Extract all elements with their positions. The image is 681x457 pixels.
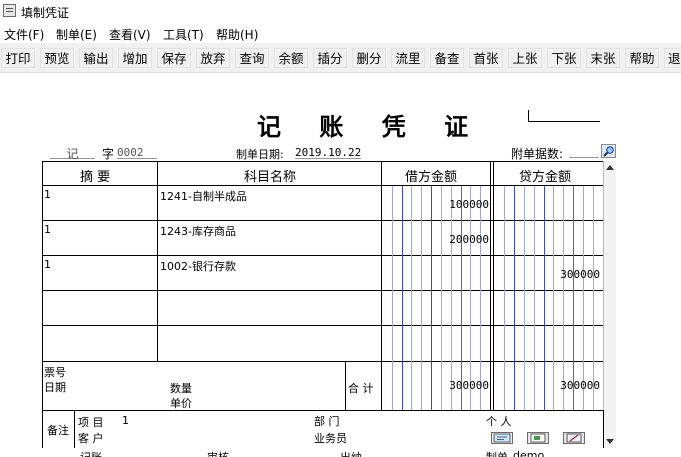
save-button[interactable]: 保存 — [157, 48, 191, 68]
customer-label: 客 户 — [78, 432, 104, 445]
ticket-label: 票号 — [44, 366, 66, 379]
remarks-label: 备注 — [47, 424, 69, 437]
export-button[interactable]: 输出 — [79, 48, 113, 68]
row1-debit[interactable]: 100000 — [382, 198, 489, 211]
query-button[interactable]: 查询 — [235, 48, 269, 68]
project-value[interactable]: 1 — [122, 414, 129, 427]
last-button[interactable]: 末张 — [586, 48, 620, 68]
header-debit: 借方金额 — [405, 170, 458, 185]
attachments-label: 附单据数: — [511, 147, 564, 161]
voucher-zi-label: 字 — [102, 147, 115, 161]
digit-grid-line — [461, 186, 462, 410]
staff-label: 业务员 — [314, 432, 347, 445]
menu-voucher[interactable]: 制单(E) — [56, 26, 97, 43]
digit-grid-line — [573, 186, 574, 410]
digit-grid-line — [504, 186, 505, 410]
row2-debit[interactable]: 200000 — [382, 233, 489, 246]
digit-grid-line — [441, 186, 442, 410]
card-icon[interactable] — [491, 432, 513, 444]
add-button[interactable]: 增加 — [118, 48, 152, 68]
digit-grid-line — [553, 186, 554, 410]
header-credit: 贷方金额 — [519, 170, 572, 185]
digit-grid-line — [514, 186, 515, 410]
toolbar: 打印 预览 输出 增加 保存 放弃 查询 余额 插分 删分 流里 备查 首张 上… — [0, 43, 681, 73]
preview-button[interactable]: 预览 — [40, 48, 74, 68]
auditor-label: 审核 — [207, 449, 229, 457]
digit-grid-line — [583, 186, 584, 410]
digit-grid-line — [470, 186, 471, 410]
digit-grid-line — [593, 186, 594, 410]
person-label: 个 人 — [486, 415, 512, 428]
digit-grid-line — [524, 186, 525, 410]
row3-credit[interactable]: 300000 — [494, 268, 600, 281]
row1-summary[interactable]: 1 — [44, 188, 51, 201]
digit-grid-line — [431, 186, 432, 410]
row2-summary[interactable]: 1 — [44, 223, 51, 236]
vertical-scrollbar[interactable] — [603, 161, 616, 448]
balance-button[interactable]: 余额 — [274, 48, 308, 68]
title-bar: 填制凭证 — [0, 0, 681, 22]
delete-entry-button[interactable]: 删分 — [352, 48, 386, 68]
scroll-up-icon[interactable] — [606, 165, 614, 170]
digit-grid-line — [421, 186, 422, 410]
row3-summary[interactable]: 1 — [44, 258, 51, 271]
digit-grid-line — [534, 186, 535, 410]
total-label: 合 计 — [348, 382, 374, 395]
total-debit: 300000 — [449, 379, 489, 392]
attachments-field[interactable] — [569, 145, 599, 158]
header-summary: 摘 要 — [80, 170, 111, 185]
voucher-number-field[interactable]: 0002 — [117, 146, 157, 159]
app-icon — [3, 4, 16, 17]
edit-icon[interactable] — [563, 432, 585, 444]
print-button[interactable]: 打印 — [1, 48, 35, 68]
row3-account[interactable]: 1002-银行存款 — [160, 258, 236, 274]
digit-grid-line — [411, 186, 412, 410]
menu-tools[interactable]: 工具(T) — [163, 26, 204, 43]
cashier-label: 出纳 — [340, 449, 362, 457]
unit-price-label: 单价 — [170, 397, 192, 410]
previous-button[interactable]: 上张 — [508, 48, 542, 68]
digit-grid-line — [451, 186, 452, 410]
reference-button[interactable]: 备查 — [430, 48, 464, 68]
total-credit: 300000 — [560, 379, 600, 392]
menu-view[interactable]: 查看(V) — [109, 26, 151, 43]
window-title: 填制凭证 — [21, 6, 70, 20]
row2-account[interactable]: 1243-库存商品 — [160, 223, 236, 239]
digit-grid-line — [544, 186, 545, 410]
voucher-type-field[interactable]: 记 — [50, 145, 95, 161]
menu-bar: 文件(F) 制单(E) 查看(V) 工具(T) 帮助(H) — [0, 22, 681, 43]
voucher-date-field[interactable]: 2019.10.22 — [295, 146, 361, 159]
digit-grid-line — [563, 186, 564, 410]
insert-entry-button[interactable]: 插分 — [313, 48, 347, 68]
maker-label: 制单 — [486, 449, 508, 457]
voucher-sign-box — [528, 110, 600, 122]
help-button[interactable]: 帮助 — [625, 48, 659, 68]
quantity-label: 数量 — [170, 382, 192, 395]
document-icon[interactable] — [527, 432, 549, 444]
row1-account[interactable]: 1241-自制半成品 — [160, 188, 247, 204]
scroll-down-icon[interactable] — [606, 439, 614, 444]
voucher-title: 记 账 凭 证 — [257, 112, 484, 141]
next-button[interactable]: 下张 — [547, 48, 581, 68]
menu-file[interactable]: 文件(F) — [4, 26, 44, 43]
project-label: 项 目 — [78, 416, 104, 429]
menu-help[interactable]: 帮助(H) — [216, 26, 258, 43]
voucher-date-label: 制单日期: — [236, 148, 284, 161]
header-account: 科目名称 — [244, 170, 297, 185]
search-icon[interactable] — [601, 144, 616, 158]
maker-value: demo — [513, 449, 545, 457]
digit-grid-line — [392, 186, 393, 410]
discard-button[interactable]: 放弃 — [196, 48, 230, 68]
digit-grid-line — [402, 186, 403, 410]
first-button[interactable]: 首张 — [469, 48, 503, 68]
voucher-grid — [42, 161, 604, 411]
exit-button[interactable]: 退出 — [664, 48, 681, 68]
department-label: 部 门 — [314, 415, 340, 428]
date-label: 日期 — [44, 381, 66, 394]
digit-grid-line — [480, 186, 481, 410]
bookkeeper-label: 记账 — [80, 449, 102, 457]
flow-button[interactable]: 流里 — [391, 48, 425, 68]
